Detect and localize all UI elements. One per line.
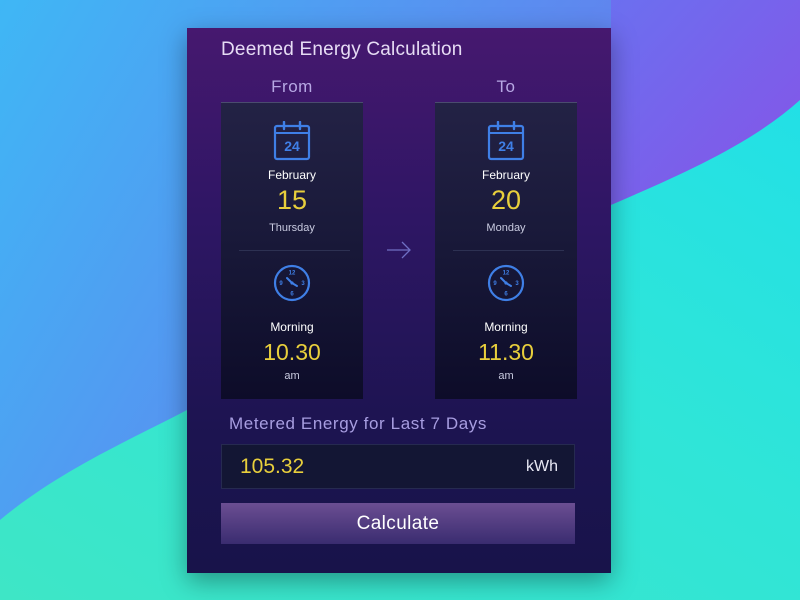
clock-number: 6 — [290, 292, 294, 298]
metered-energy-label: Metered Energy for Last 7 Days — [229, 414, 488, 433]
from-ampm: am — [284, 370, 300, 382]
to-period: Morning — [484, 320, 528, 334]
to-day[interactable]: 20 — [435, 185, 577, 216]
clock-number: 12 — [503, 271, 510, 277]
deemed-energy-card: Deemed Energy Calculation From To 24 Feb… — [187, 28, 611, 573]
to-weekday: Monday — [486, 222, 526, 234]
from-time[interactable]: 10.30 — [221, 339, 363, 366]
from-period: Morning — [270, 320, 314, 334]
to-ampm: am — [498, 370, 514, 382]
calendar-icon[interactable]: 24 — [487, 121, 525, 161]
card-title: Deemed Energy Calculation — [221, 39, 463, 60]
to-time[interactable]: 11.30 — [435, 339, 577, 366]
clock-number: 6 — [504, 292, 508, 298]
calculate-button[interactable]: Calculate — [221, 503, 575, 544]
clock-icon[interactable]: 12 3 6 9 — [273, 264, 311, 302]
calendar-icon[interactable]: 24 — [273, 121, 311, 161]
clock-number: 9 — [493, 281, 497, 287]
from-day[interactable]: 15 — [221, 185, 363, 216]
calendar-icon-day: 24 — [498, 138, 514, 154]
panel-divider — [453, 250, 564, 251]
clock-number: 9 — [279, 281, 283, 287]
clock-number: 3 — [515, 281, 519, 287]
clock-icon[interactable]: 12 3 6 9 — [487, 264, 525, 302]
from-weekday: Thursday — [269, 222, 315, 234]
metered-energy-value[interactable]: 105.32 — [240, 455, 304, 479]
clock-number: 12 — [289, 271, 296, 277]
to-month: February — [481, 168, 531, 182]
panel-divider — [239, 250, 350, 251]
from-month: February — [267, 168, 317, 182]
from-date-time-panel[interactable]: 24 February 15 Thursday 12 3 6 9 Morning… — [221, 102, 363, 399]
energy-unit-label: kWh — [526, 458, 558, 475]
clock-number: 3 — [301, 281, 305, 287]
metered-energy-field[interactable]: 105.32 kWh — [221, 444, 575, 489]
calendar-icon-day: 24 — [284, 138, 300, 154]
arrow-right-icon — [387, 241, 411, 259]
to-heading: To — [496, 77, 516, 96]
from-heading: From — [271, 77, 313, 96]
to-date-time-panel[interactable]: 24 February 20 Monday 12 3 6 9 Morning 1… — [435, 102, 577, 399]
